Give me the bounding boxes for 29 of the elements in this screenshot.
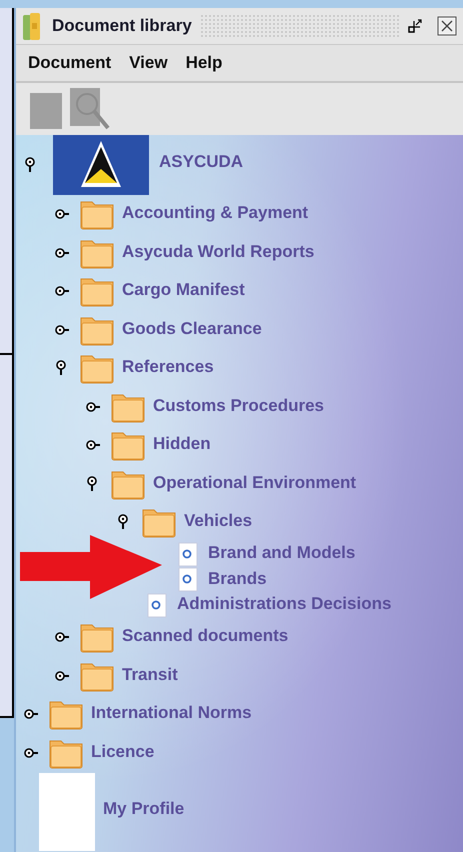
- tree-item-label[interactable]: Brands: [208, 568, 267, 588]
- tree-item-label[interactable]: Brand and Models: [208, 543, 356, 562]
- tree-item-label[interactable]: Cargo Manifest: [122, 280, 245, 300]
- tree-item-label[interactable]: Licence: [91, 742, 154, 761]
- tree-item-label[interactable]: Transit: [122, 664, 178, 684]
- menu-item[interactable]: View: [129, 50, 168, 76]
- restore-icon[interactable]: [407, 18, 423, 34]
- tree-item-label[interactable]: Accounting & Payment: [122, 203, 308, 222]
- document-icon: [178, 542, 198, 567]
- window-title: Document library: [52, 15, 192, 38]
- tree-item-label[interactable]: Scanned documents: [122, 626, 288, 646]
- document-icon: [147, 592, 167, 618]
- menu-item[interactable]: Help: [186, 50, 222, 76]
- tree-item-label[interactable]: Vehicles: [184, 511, 252, 530]
- tree-item-label[interactable]: Customs Procedures: [153, 396, 324, 415]
- document-icon: [178, 567, 198, 592]
- close-icon[interactable]: [437, 16, 457, 36]
- tree-item-label[interactable]: Operational Environment: [153, 472, 356, 492]
- tree-item-label[interactable]: References: [122, 357, 214, 376]
- tree-item-label[interactable]: ASYCUDA: [159, 152, 244, 171]
- books-icon: [22, 11, 42, 41]
- menu-item[interactable]: Document: [28, 50, 112, 76]
- tree-item-label[interactable]: Goods Clearance: [122, 318, 262, 338]
- tree-item-label[interactable]: Administrations Decisions: [177, 594, 392, 614]
- tree-item-label[interactable]: My Profile: [103, 799, 184, 818]
- tree-item-label[interactable]: International Norms: [91, 703, 252, 722]
- expanded-handle-icon[interactable]: [117, 514, 131, 530]
- tree-item-label[interactable]: Asycuda World Reports: [122, 242, 314, 261]
- tree-item-label[interactable]: Hidden: [153, 434, 211, 454]
